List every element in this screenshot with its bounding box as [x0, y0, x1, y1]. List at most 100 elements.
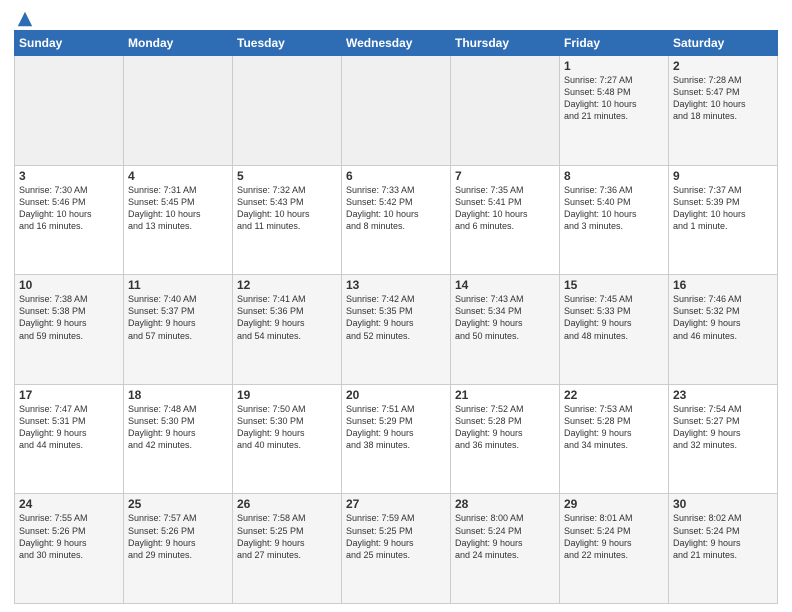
day-info: Sunrise: 7:33 AM Sunset: 5:42 PM Dayligh…: [346, 184, 446, 233]
calendar-cell: 7Sunrise: 7:35 AM Sunset: 5:41 PM Daylig…: [451, 165, 560, 275]
day-number: 16: [673, 278, 773, 292]
day-info: Sunrise: 7:53 AM Sunset: 5:28 PM Dayligh…: [564, 403, 664, 452]
calendar-cell: 23Sunrise: 7:54 AM Sunset: 5:27 PM Dayli…: [669, 384, 778, 494]
calendar-cell: 25Sunrise: 7:57 AM Sunset: 5:26 PM Dayli…: [124, 494, 233, 604]
calendar-cell: 17Sunrise: 7:47 AM Sunset: 5:31 PM Dayli…: [15, 384, 124, 494]
day-info: Sunrise: 7:55 AM Sunset: 5:26 PM Dayligh…: [19, 512, 119, 561]
day-info: Sunrise: 7:42 AM Sunset: 5:35 PM Dayligh…: [346, 293, 446, 342]
calendar-week-row: 17Sunrise: 7:47 AM Sunset: 5:31 PM Dayli…: [15, 384, 778, 494]
calendar-cell: 24Sunrise: 7:55 AM Sunset: 5:26 PM Dayli…: [15, 494, 124, 604]
calendar-cell: [124, 56, 233, 166]
day-info: Sunrise: 7:59 AM Sunset: 5:25 PM Dayligh…: [346, 512, 446, 561]
day-number: 30: [673, 497, 773, 511]
calendar-cell: 11Sunrise: 7:40 AM Sunset: 5:37 PM Dayli…: [124, 275, 233, 385]
day-info: Sunrise: 7:30 AM Sunset: 5:46 PM Dayligh…: [19, 184, 119, 233]
calendar-cell: 5Sunrise: 7:32 AM Sunset: 5:43 PM Daylig…: [233, 165, 342, 275]
day-number: 20: [346, 388, 446, 402]
calendar-cell: 15Sunrise: 7:45 AM Sunset: 5:33 PM Dayli…: [560, 275, 669, 385]
day-number: 12: [237, 278, 337, 292]
day-number: 5: [237, 169, 337, 183]
calendar-cell: 16Sunrise: 7:46 AM Sunset: 5:32 PM Dayli…: [669, 275, 778, 385]
day-info: Sunrise: 7:47 AM Sunset: 5:31 PM Dayligh…: [19, 403, 119, 452]
day-info: Sunrise: 7:45 AM Sunset: 5:33 PM Dayligh…: [564, 293, 664, 342]
weekday-header-friday: Friday: [560, 31, 669, 56]
calendar-cell: 21Sunrise: 7:52 AM Sunset: 5:28 PM Dayli…: [451, 384, 560, 494]
day-info: Sunrise: 7:32 AM Sunset: 5:43 PM Dayligh…: [237, 184, 337, 233]
calendar-cell: 12Sunrise: 7:41 AM Sunset: 5:36 PM Dayli…: [233, 275, 342, 385]
calendar-cell: 26Sunrise: 7:58 AM Sunset: 5:25 PM Dayli…: [233, 494, 342, 604]
day-info: Sunrise: 8:00 AM Sunset: 5:24 PM Dayligh…: [455, 512, 555, 561]
day-number: 13: [346, 278, 446, 292]
calendar-cell: [342, 56, 451, 166]
day-info: Sunrise: 7:41 AM Sunset: 5:36 PM Dayligh…: [237, 293, 337, 342]
day-info: Sunrise: 7:28 AM Sunset: 5:47 PM Dayligh…: [673, 74, 773, 123]
day-info: Sunrise: 7:38 AM Sunset: 5:38 PM Dayligh…: [19, 293, 119, 342]
day-number: 8: [564, 169, 664, 183]
weekday-header-sunday: Sunday: [15, 31, 124, 56]
day-number: 27: [346, 497, 446, 511]
calendar-cell: 2Sunrise: 7:28 AM Sunset: 5:47 PM Daylig…: [669, 56, 778, 166]
day-number: 28: [455, 497, 555, 511]
day-number: 25: [128, 497, 228, 511]
day-info: Sunrise: 7:50 AM Sunset: 5:30 PM Dayligh…: [237, 403, 337, 452]
calendar-cell: 9Sunrise: 7:37 AM Sunset: 5:39 PM Daylig…: [669, 165, 778, 275]
day-number: 15: [564, 278, 664, 292]
day-info: Sunrise: 7:27 AM Sunset: 5:48 PM Dayligh…: [564, 74, 664, 123]
calendar-table: SundayMondayTuesdayWednesdayThursdayFrid…: [14, 30, 778, 604]
day-number: 10: [19, 278, 119, 292]
calendar-cell: 6Sunrise: 7:33 AM Sunset: 5:42 PM Daylig…: [342, 165, 451, 275]
day-number: 18: [128, 388, 228, 402]
logo: [14, 10, 34, 24]
day-number: 19: [237, 388, 337, 402]
day-number: 21: [455, 388, 555, 402]
calendar-cell: 14Sunrise: 7:43 AM Sunset: 5:34 PM Dayli…: [451, 275, 560, 385]
day-number: 24: [19, 497, 119, 511]
calendar-week-row: 24Sunrise: 7:55 AM Sunset: 5:26 PM Dayli…: [15, 494, 778, 604]
calendar-cell: 10Sunrise: 7:38 AM Sunset: 5:38 PM Dayli…: [15, 275, 124, 385]
day-number: 14: [455, 278, 555, 292]
day-info: Sunrise: 7:48 AM Sunset: 5:30 PM Dayligh…: [128, 403, 228, 452]
calendar-cell: 20Sunrise: 7:51 AM Sunset: 5:29 PM Dayli…: [342, 384, 451, 494]
weekday-header-saturday: Saturday: [669, 31, 778, 56]
day-info: Sunrise: 8:02 AM Sunset: 5:24 PM Dayligh…: [673, 512, 773, 561]
calendar-cell: 18Sunrise: 7:48 AM Sunset: 5:30 PM Dayli…: [124, 384, 233, 494]
day-info: Sunrise: 7:54 AM Sunset: 5:27 PM Dayligh…: [673, 403, 773, 452]
calendar-cell: [15, 56, 124, 166]
day-number: 7: [455, 169, 555, 183]
day-number: 11: [128, 278, 228, 292]
weekday-header-monday: Monday: [124, 31, 233, 56]
calendar-cell: [451, 56, 560, 166]
calendar-cell: 8Sunrise: 7:36 AM Sunset: 5:40 PM Daylig…: [560, 165, 669, 275]
logo-icon: [16, 10, 34, 28]
calendar-cell: 27Sunrise: 7:59 AM Sunset: 5:25 PM Dayli…: [342, 494, 451, 604]
day-number: 22: [564, 388, 664, 402]
day-info: Sunrise: 8:01 AM Sunset: 5:24 PM Dayligh…: [564, 512, 664, 561]
weekday-header-thursday: Thursday: [451, 31, 560, 56]
calendar-cell: 22Sunrise: 7:53 AM Sunset: 5:28 PM Dayli…: [560, 384, 669, 494]
calendar-cell: 1Sunrise: 7:27 AM Sunset: 5:48 PM Daylig…: [560, 56, 669, 166]
day-number: 17: [19, 388, 119, 402]
day-number: 23: [673, 388, 773, 402]
calendar-week-row: 3Sunrise: 7:30 AM Sunset: 5:46 PM Daylig…: [15, 165, 778, 275]
calendar-cell: 30Sunrise: 8:02 AM Sunset: 5:24 PM Dayli…: [669, 494, 778, 604]
calendar-cell: 19Sunrise: 7:50 AM Sunset: 5:30 PM Dayli…: [233, 384, 342, 494]
day-info: Sunrise: 7:36 AM Sunset: 5:40 PM Dayligh…: [564, 184, 664, 233]
calendar-header-row: SundayMondayTuesdayWednesdayThursdayFrid…: [15, 31, 778, 56]
day-number: 4: [128, 169, 228, 183]
day-number: 3: [19, 169, 119, 183]
day-number: 2: [673, 59, 773, 73]
calendar-cell: 13Sunrise: 7:42 AM Sunset: 5:35 PM Dayli…: [342, 275, 451, 385]
day-info: Sunrise: 7:58 AM Sunset: 5:25 PM Dayligh…: [237, 512, 337, 561]
day-number: 26: [237, 497, 337, 511]
day-info: Sunrise: 7:46 AM Sunset: 5:32 PM Dayligh…: [673, 293, 773, 342]
day-info: Sunrise: 7:40 AM Sunset: 5:37 PM Dayligh…: [128, 293, 228, 342]
weekday-header-tuesday: Tuesday: [233, 31, 342, 56]
day-number: 6: [346, 169, 446, 183]
day-info: Sunrise: 7:35 AM Sunset: 5:41 PM Dayligh…: [455, 184, 555, 233]
day-number: 29: [564, 497, 664, 511]
calendar-week-row: 1Sunrise: 7:27 AM Sunset: 5:48 PM Daylig…: [15, 56, 778, 166]
day-info: Sunrise: 7:37 AM Sunset: 5:39 PM Dayligh…: [673, 184, 773, 233]
day-number: 1: [564, 59, 664, 73]
day-number: 9: [673, 169, 773, 183]
weekday-header-wednesday: Wednesday: [342, 31, 451, 56]
